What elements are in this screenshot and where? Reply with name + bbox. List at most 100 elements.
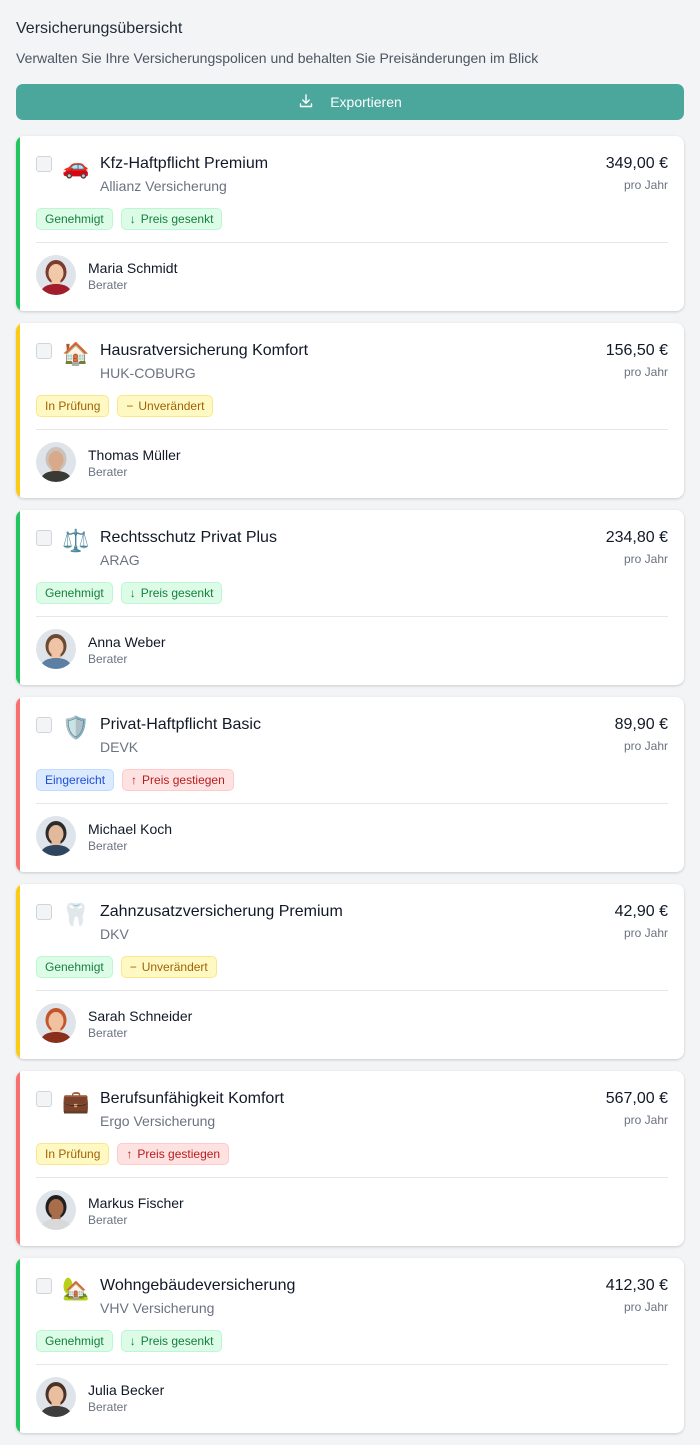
status-badge: Genehmigt	[36, 582, 113, 604]
insurer-name: Ergo Versicherung	[100, 1113, 216, 1129]
price-change-badge: ↑ Preis gestiegen	[117, 1143, 230, 1165]
avatar	[36, 1377, 76, 1417]
price-change-badge: ↓ Preis gesenkt	[120, 1330, 223, 1352]
policy-card[interactable]: 🏠 Hausratversicherung Komfort HUK-COBURG…	[16, 323, 684, 498]
avatar	[36, 629, 76, 669]
avatar	[36, 255, 76, 295]
policy-price: 567,00 €	[605, 1090, 668, 1107]
select-checkbox[interactable]	[36, 1278, 52, 1294]
policy-card[interactable]: 🛡️ Privat-Haftpflicht Basic DEVK 89,90 €…	[16, 697, 684, 872]
price-period: pro Jahr	[623, 552, 668, 566]
policy-price: 42,90 €	[614, 903, 668, 920]
price-change-badge: − Unverändert	[117, 395, 214, 417]
advisor-name: Anna Weber	[88, 634, 166, 650]
policy-card[interactable]: ⚖️ Rechtsschutz Privat Plus ARAG 234,80 …	[16, 510, 684, 685]
house-with-garden-icon: 🏡	[62, 1276, 90, 1301]
badge-group: Genehmigt − Unverändert	[36, 956, 217, 978]
avatar	[36, 1003, 76, 1043]
arrow-up-icon: ↑	[126, 1147, 133, 1161]
advisor-name: Thomas Müller	[88, 447, 181, 463]
scales-icon: ⚖️	[62, 528, 90, 553]
advisor-name: Maria Schmidt	[88, 260, 178, 276]
tooth-icon: 🦷	[62, 902, 90, 927]
avatar	[36, 442, 76, 482]
status-badge: Genehmigt	[36, 208, 113, 230]
select-checkbox[interactable]	[36, 343, 52, 359]
avatar-portrait	[36, 629, 76, 669]
export-button-label: Exportieren	[330, 94, 402, 110]
insurer-name: VHV Versicherung	[100, 1300, 215, 1316]
price-change-label: Preis gestiegen	[142, 773, 225, 787]
status-accent-bar	[16, 1071, 20, 1246]
price-change-badge: ↑ Preis gestiegen	[122, 769, 234, 791]
avatar-portrait	[36, 816, 76, 856]
avatar-portrait	[36, 255, 76, 295]
advisor-role: Berater	[88, 1400, 128, 1414]
badge-group: In Prüfung − Unverändert	[36, 395, 214, 417]
status-accent-bar	[16, 884, 20, 1059]
house-icon: 🏠	[62, 341, 90, 366]
policy-name: Privat-Haftpflicht Basic	[100, 716, 261, 733]
advisor-name: Michael Koch	[88, 821, 173, 837]
advisor-role: Berater	[88, 839, 128, 853]
page-title: Versicherungsübersicht	[16, 20, 183, 37]
divider	[36, 1177, 668, 1178]
insurer-name: Allianz Versicherung	[100, 178, 227, 194]
badge-group: Genehmigt ↓ Preis gesenkt	[36, 582, 223, 604]
status-badge: Genehmigt	[36, 1330, 113, 1352]
advisor-role: Berater	[88, 652, 128, 666]
shield-icon: 🛡️	[62, 715, 90, 740]
advisor-name: Markus Fischer	[88, 1195, 184, 1211]
price-change-label: Unverändert	[138, 399, 205, 413]
badge-group: Eingereicht ↑ Preis gestiegen	[36, 769, 234, 791]
divider	[36, 242, 668, 243]
status-accent-bar	[16, 510, 20, 685]
insurer-name: ARAG	[100, 552, 140, 568]
advisor-name: Julia Becker	[88, 1382, 165, 1398]
price-change-label: Preis gesenkt	[140, 1334, 214, 1348]
status-accent-bar	[16, 323, 20, 498]
policy-card[interactable]: 💼 Berufsunfähigkeit Komfort Ergo Versich…	[16, 1071, 684, 1246]
status-accent-bar	[16, 697, 20, 872]
status-badge: Genehmigt	[36, 956, 113, 978]
policy-card[interactable]: 🦷 Zahnzusatzversicherung Premium DKV 42,…	[16, 884, 684, 1059]
status-badge: In Prüfung	[36, 395, 110, 417]
policy-name: Berufsunfähigkeit Komfort	[100, 1090, 285, 1107]
select-checkbox[interactable]	[36, 717, 52, 733]
avatar-portrait	[36, 1377, 76, 1417]
policy-card[interactable]: 🚗 Kfz-Haftpflicht Premium Allianz Versic…	[16, 136, 684, 311]
price-period: pro Jahr	[623, 365, 668, 379]
download-icon	[298, 93, 314, 112]
divider	[36, 803, 668, 804]
advisor-role: Berater	[88, 278, 128, 292]
arrow-down-icon: ↓	[129, 1334, 136, 1348]
arrow-down-icon: ↓	[129, 212, 136, 226]
badge-group: Genehmigt ↓ Preis gesenkt	[36, 208, 223, 230]
price-period: pro Jahr	[623, 1300, 668, 1314]
badge-group: In Prüfung ↑ Preis gestiegen	[36, 1143, 230, 1165]
policy-card[interactable]: 🏡 Wohngebäudeversicherung VHV Versicheru…	[16, 1258, 684, 1433]
price-period: pro Jahr	[623, 178, 668, 192]
policy-name: Rechtsschutz Privat Plus	[100, 529, 277, 546]
advisor-role: Berater	[88, 465, 128, 479]
status-accent-bar	[16, 136, 20, 311]
divider	[36, 429, 668, 430]
policy-price: 89,90 €	[614, 716, 668, 733]
select-checkbox[interactable]	[36, 530, 52, 546]
price-change-badge: ↓ Preis gesenkt	[120, 208, 223, 230]
price-change-badge: ↓ Preis gesenkt	[120, 582, 223, 604]
select-checkbox[interactable]	[36, 156, 52, 172]
policy-price: 156,50 €	[605, 342, 668, 359]
car-icon: 🚗	[62, 154, 90, 179]
insurer-name: DEVK	[100, 739, 139, 755]
export-button[interactable]: Exportieren	[16, 84, 684, 120]
advisor-name: Sarah Schneider	[88, 1008, 193, 1024]
select-checkbox[interactable]	[36, 904, 52, 920]
status-accent-bar	[16, 1258, 20, 1433]
status-badge: Eingereicht	[36, 769, 115, 791]
page: Versicherungsübersicht Verwalten Sie Ihr…	[0, 0, 700, 1433]
avatar-portrait	[36, 1003, 76, 1043]
advisor-role: Berater	[88, 1213, 128, 1227]
insurer-name: DKV	[100, 926, 129, 942]
select-checkbox[interactable]	[36, 1091, 52, 1107]
